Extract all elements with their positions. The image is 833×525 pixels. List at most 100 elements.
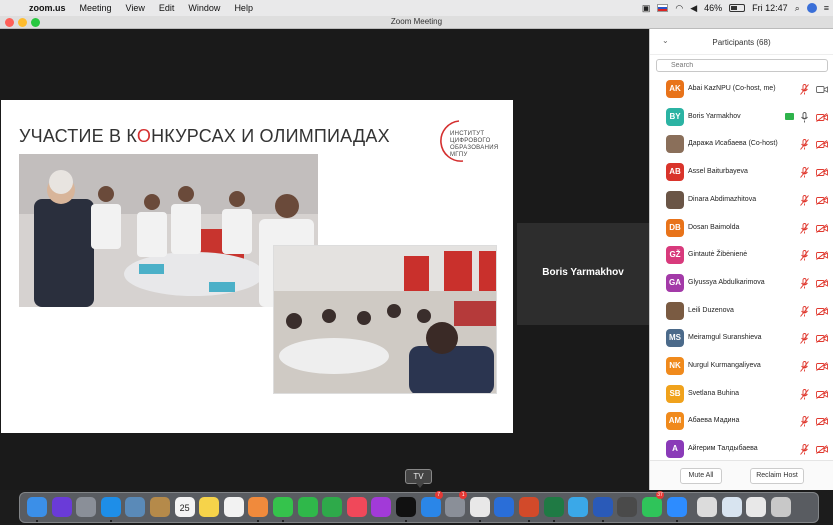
- control-center-icon[interactable]: ≡: [824, 3, 829, 13]
- video-camera-off-icon[interactable]: [816, 223, 828, 233]
- whatsapp-icon[interactable]: [642, 497, 662, 517]
- preview-icon[interactable]: [125, 497, 146, 517]
- menu-help[interactable]: Help: [227, 3, 260, 13]
- podcasts-icon[interactable]: [371, 497, 392, 517]
- participant-row[interactable]: MS Meiramgul Suranshieva: [650, 325, 833, 353]
- participant-row[interactable]: Leili Duzenova: [650, 298, 833, 326]
- video-camera-off-icon[interactable]: [816, 417, 828, 427]
- apple-tv-icon[interactable]: [396, 497, 416, 517]
- video-camera-off-icon[interactable]: [816, 195, 828, 205]
- running-indicator: [282, 520, 284, 522]
- participant-row[interactable]: GŽ Gintautė Žibėnienė: [650, 242, 833, 270]
- video-camera-off-icon[interactable]: [816, 306, 828, 316]
- video-camera-icon[interactable]: [816, 85, 828, 94]
- file-thumbnail-icon[interactable]: [697, 497, 718, 517]
- participant-avatar: AM: [666, 412, 684, 431]
- microphone-icon[interactable]: [800, 111, 809, 123]
- microphone-muted-icon[interactable]: [800, 139, 809, 151]
- participant-row[interactable]: AB Assel Baiturbayeva: [650, 159, 833, 187]
- microphone-muted-icon[interactable]: [800, 388, 809, 400]
- finder-icon[interactable]: [27, 497, 47, 517]
- periscope-icon[interactable]: [568, 497, 589, 517]
- participant-row[interactable]: BY Boris Yarmakhov: [650, 104, 833, 132]
- participant-name: Meiramgul Suranshieva: [688, 334, 762, 342]
- participant-name: Leili Duzenova: [688, 306, 734, 314]
- excel-icon[interactable]: [543, 497, 564, 517]
- video-camera-off-icon[interactable]: [816, 389, 828, 399]
- menu-edit[interactable]: Edit: [152, 3, 182, 13]
- participant-row[interactable]: AM Абаева Мадина: [650, 408, 833, 436]
- microphone-muted-icon[interactable]: [800, 167, 809, 178]
- microphone-muted-icon[interactable]: [800, 305, 809, 317]
- participant-avatar: A: [666, 440, 684, 459]
- microphone-muted-icon[interactable]: [800, 444, 809, 455]
- video-camera-off-icon[interactable]: [816, 112, 828, 122]
- participant-row[interactable]: DB Dosan Baimolda: [650, 215, 833, 243]
- siri-icon[interactable]: [51, 497, 72, 517]
- video-camera-off-icon[interactable]: [816, 251, 828, 261]
- contacts-icon[interactable]: [150, 497, 170, 517]
- powerpoint-icon[interactable]: [519, 497, 539, 517]
- battery-icon[interactable]: [729, 4, 746, 12]
- word-icon[interactable]: [592, 497, 613, 517]
- microphone-muted-icon[interactable]: [800, 333, 809, 345]
- participant-row[interactable]: SB Svetlana Buhina: [650, 381, 833, 409]
- reclaim-host-button[interactable]: Reclaim Host: [750, 468, 804, 484]
- microphone-muted-icon[interactable]: [800, 416, 809, 428]
- messages-icon[interactable]: [273, 497, 293, 517]
- photos-icon[interactable]: [248, 497, 269, 517]
- menu-app-name[interactable]: zoom.us: [22, 3, 73, 13]
- bear-icon[interactable]: [617, 497, 638, 517]
- video-camera-off-icon[interactable]: [816, 334, 828, 344]
- zoom-icon[interactable]: [666, 497, 687, 517]
- reminders-icon[interactable]: [223, 497, 244, 517]
- menu-window[interactable]: Window: [181, 3, 227, 13]
- microphone-muted-icon[interactable]: [800, 84, 809, 95]
- trello-icon[interactable]: [494, 497, 515, 517]
- input-source-flag-icon[interactable]: [657, 4, 669, 12]
- video-camera-off-icon[interactable]: [816, 362, 828, 371]
- participant-row[interactable]: Dinara Abdimazhitova: [650, 187, 833, 215]
- menu-view[interactable]: View: [119, 3, 152, 13]
- running-indicator: [405, 520, 407, 522]
- trash-icon[interactable]: [771, 497, 791, 517]
- chrome-icon[interactable]: [469, 497, 490, 517]
- microphone-muted-icon[interactable]: [800, 250, 809, 261]
- microphone-muted-icon[interactable]: [800, 361, 809, 372]
- participant-row[interactable]: GA Glyussya Abdulkarimova: [650, 270, 833, 298]
- video-camera-off-icon[interactable]: [816, 445, 828, 454]
- safari-icon[interactable]: [100, 497, 121, 517]
- facetime-icon[interactable]: [297, 497, 318, 517]
- numbers-icon[interactable]: [322, 497, 343, 517]
- participant-row[interactable]: NK Nurgul Kurmangaliyeva: [650, 353, 833, 381]
- zoom-status-icon[interactable]: ▣: [642, 3, 651, 14]
- slide-title: УЧАСТИЕ В КОНКУРСАХ И ОЛИМПИАДАХ: [19, 126, 390, 146]
- spotlight-icon[interactable]: ⌕: [795, 3, 800, 14]
- dock-tooltip: TV: [405, 469, 432, 488]
- wifi-icon[interactable]: ◠: [675, 3, 683, 14]
- calendar-icon[interactable]: 25: [174, 497, 195, 517]
- participant-row[interactable]: Даража Исабаева (Co-host): [650, 131, 833, 159]
- microphone-muted-icon[interactable]: [800, 277, 809, 289]
- participants-search-input[interactable]: [656, 59, 828, 72]
- microphone-muted-icon[interactable]: [800, 194, 809, 206]
- menu-meeting[interactable]: Meeting: [73, 3, 119, 13]
- notes-icon[interactable]: [199, 497, 220, 517]
- participant-row[interactable]: AK Abai KazNPU (Co-host, me): [650, 76, 833, 104]
- microphone-muted-icon[interactable]: [800, 222, 809, 234]
- video-camera-off-icon[interactable]: [816, 278, 828, 288]
- launchpad-icon[interactable]: [76, 497, 97, 517]
- volume-icon[interactable]: ◀: [690, 3, 697, 14]
- app-store-icon[interactable]: [420, 497, 441, 517]
- active-speaker-tile[interactable]: Boris Yarmakhov: [517, 223, 649, 325]
- video-camera-off-icon[interactable]: [816, 168, 828, 177]
- system-preferences-icon[interactable]: [445, 497, 466, 517]
- clock[interactable]: Fri 12:47: [752, 3, 788, 13]
- file-thumbnail-icon[interactable]: [721, 497, 742, 517]
- music-icon[interactable]: [346, 497, 367, 517]
- video-camera-off-icon[interactable]: [816, 140, 828, 150]
- participant-name: Svetlana Buhina: [688, 389, 739, 397]
- mute-all-button[interactable]: Mute All: [680, 468, 722, 484]
- user-avatar-icon[interactable]: [806, 3, 817, 13]
- file-thumbnail-icon[interactable]: [746, 497, 767, 517]
